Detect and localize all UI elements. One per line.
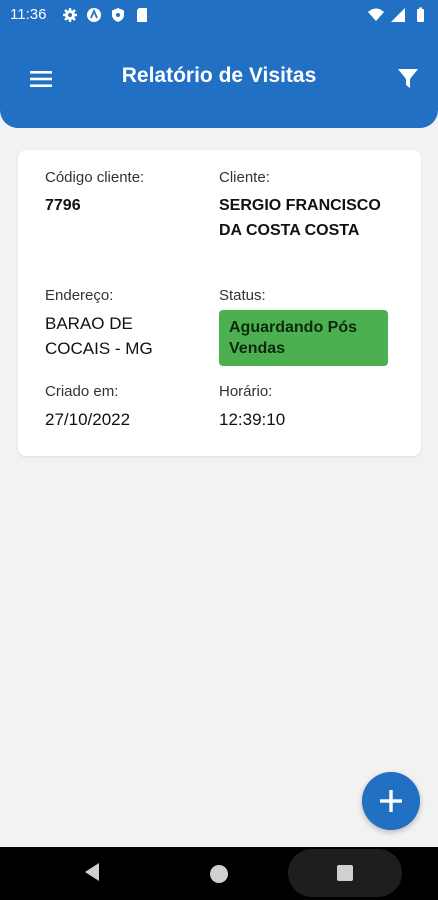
cliente-field: Cliente: SERGIO FRANCISCO DA COSTA COSTA	[219, 169, 389, 243]
criado-value: 27/10/2022	[45, 410, 131, 429]
codigo-cliente-label: Código cliente:	[45, 169, 145, 186]
endereco-value: BARAO DE COCAIS - MG	[45, 314, 153, 358]
home-icon[interactable]	[210, 865, 228, 883]
status-field: Status: Aguardando Pós Vendas	[219, 287, 388, 366]
status-bar: 11:36	[0, 0, 438, 30]
page-title: Relatório de Visitas	[121, 64, 317, 87]
criado-label: Criado em:	[45, 383, 119, 400]
codigo-cliente-value: 7796	[45, 197, 81, 214]
cliente-label: Cliente:	[219, 169, 270, 186]
shield-icon	[112, 8, 124, 22]
android-icon	[87, 8, 101, 22]
horario-field: Horário: 12:39:10	[219, 383, 285, 432]
cliente-value: SERGIO FRANCISCO DA COSTA COSTA	[219, 197, 381, 239]
criado-field: Criado em: 27/10/2022	[45, 383, 130, 432]
gear-icon	[63, 8, 77, 22]
battery-icon	[417, 7, 424, 22]
wifi-icon	[368, 8, 384, 21]
status-time: 11:36	[10, 6, 47, 23]
horario-value: 12:39:10	[219, 410, 286, 429]
back-icon[interactable]	[82, 861, 102, 883]
navigation-bar	[0, 847, 438, 900]
filter-icon[interactable]	[392, 62, 424, 94]
app-header: 11:36 Relatório de Visitas	[0, 0, 438, 128]
recents-icon[interactable]	[337, 865, 353, 881]
add-visit-button[interactable]	[362, 772, 420, 830]
codigo-cliente-field: Código cliente: 7796	[45, 169, 144, 218]
endereco-label: Endereço:	[45, 287, 114, 304]
visit-card[interactable]: Código cliente: 7796 Cliente: SERGIO FRA…	[18, 150, 421, 456]
horario-label: Horário:	[219, 383, 273, 400]
sd-card-icon	[137, 8, 147, 22]
endereco-field: Endereço: BARAO DE COCAIS - MG	[45, 287, 195, 361]
status-label: Status:	[219, 287, 266, 304]
signal-icon	[391, 8, 405, 22]
status-badge: Aguardando Pós Vendas	[219, 310, 388, 366]
